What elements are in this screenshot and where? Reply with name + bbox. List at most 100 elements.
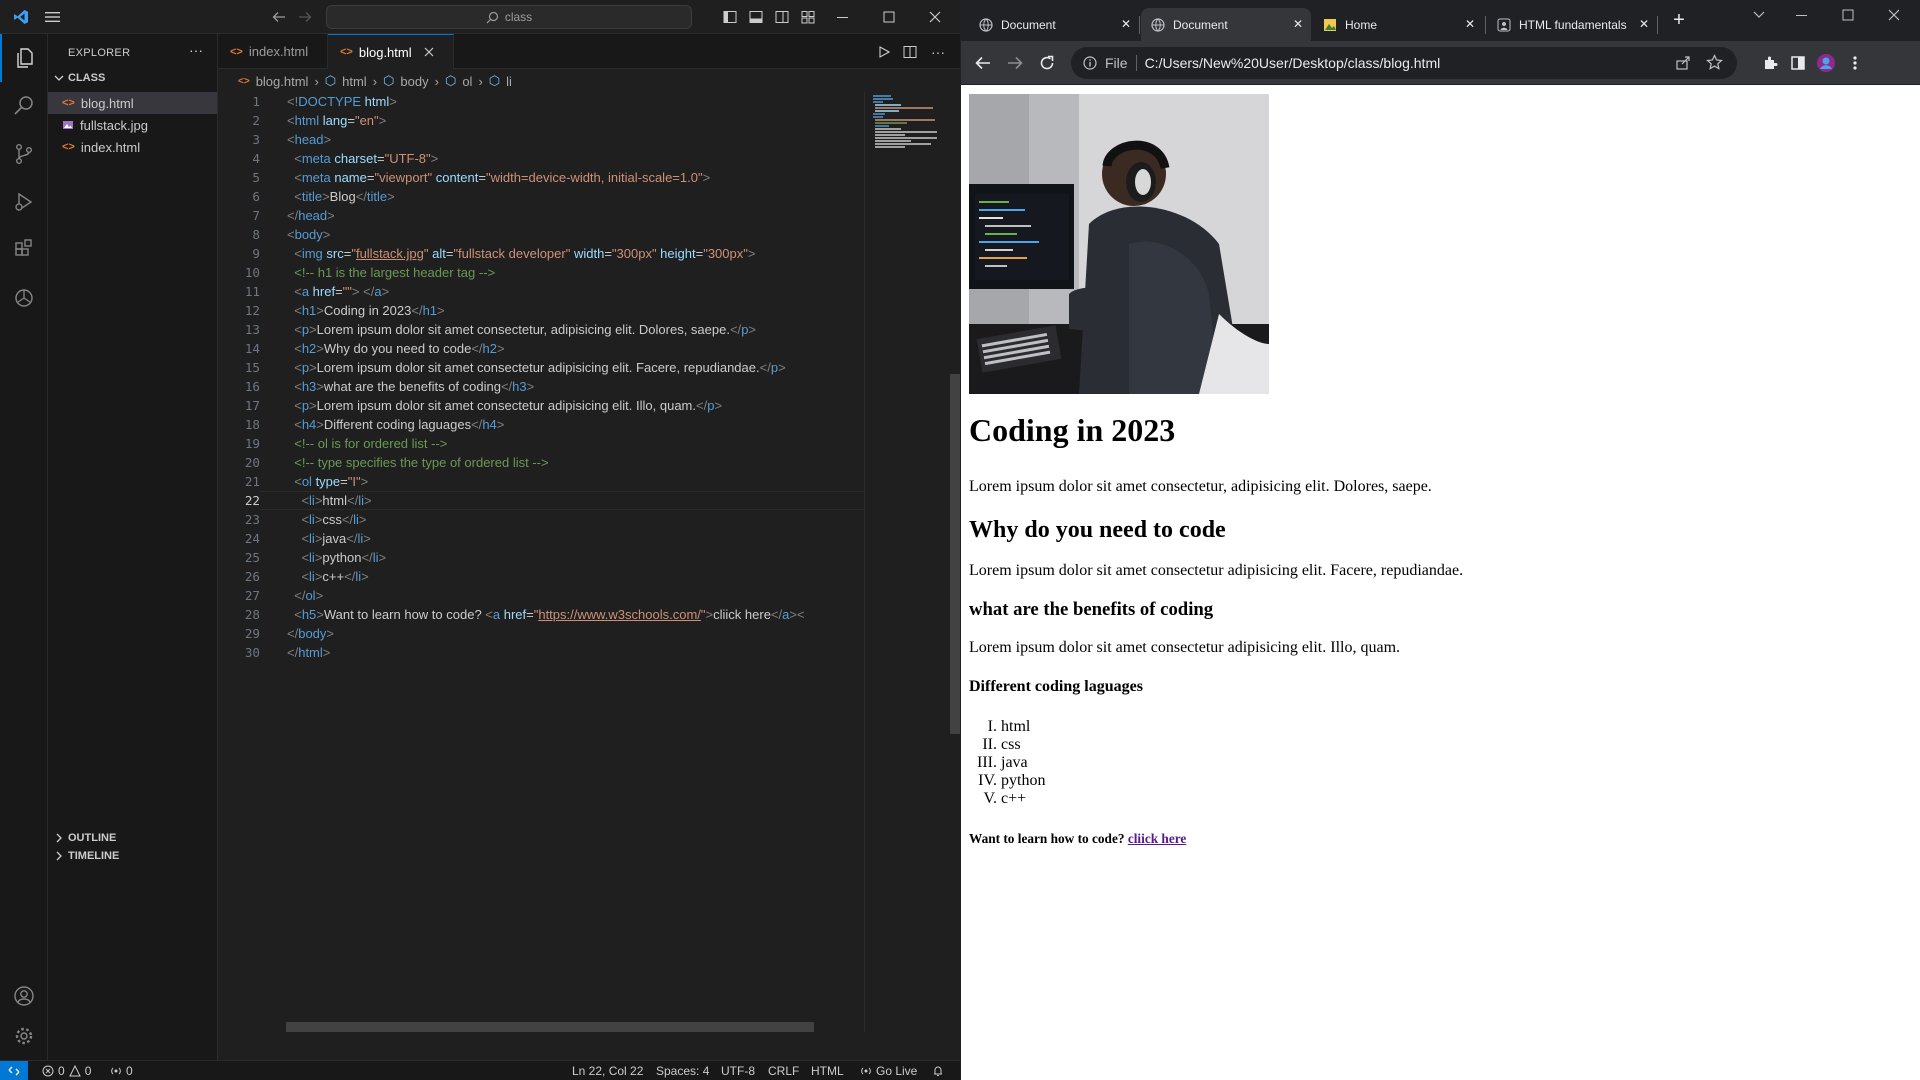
code-line[interactable]: <h2>Why do you need to code</h2>: [287, 339, 504, 358]
forward-arrow-icon[interactable]: [296, 0, 314, 34]
vertical-scrollbar[interactable]: [948, 92, 960, 1032]
breadcrumb-item[interactable]: li: [506, 74, 512, 89]
command-center-search[interactable]: class: [326, 5, 692, 29]
search-view-icon[interactable]: [0, 82, 48, 130]
close-tab-icon[interactable]: ✕: [1639, 17, 1649, 31]
code-line[interactable]: <li>c++</li>: [287, 567, 368, 586]
outline-section[interactable]: OUTLINE: [54, 832, 116, 844]
tab-search-chevron-icon[interactable]: [1747, 0, 1771, 30]
source-control-icon[interactable]: [0, 130, 48, 178]
minimize-icon[interactable]: [1787, 0, 1817, 30]
profile-avatar[interactable]: [1813, 41, 1839, 85]
minimize-icon[interactable]: [828, 0, 858, 34]
more-actions-icon[interactable]: ···: [189, 42, 203, 58]
code-line[interactable]: <h3>what are the benefits of coding</h3>: [287, 377, 534, 396]
go-live-button[interactable]: Go Live: [860, 1061, 917, 1080]
code-line[interactable]: <meta charset="UTF-8">: [287, 149, 438, 168]
code-line[interactable]: <li>css</li>: [287, 510, 366, 529]
breadcrumb-item[interactable]: html: [342, 74, 367, 89]
toggle-panel-icon[interactable]: [746, 0, 766, 34]
breadcrumb-item[interactable]: ol: [462, 74, 472, 89]
extensions-icon[interactable]: [0, 226, 48, 274]
browser-tab-home[interactable]: Home ✕: [1313, 8, 1483, 41]
tab-blog-html[interactable]: <> blog.html: [328, 34, 454, 69]
tab-index-html[interactable]: <> index.html: [218, 34, 328, 69]
code-line[interactable]: </body>: [287, 624, 334, 643]
indentation[interactable]: Spaces: 4: [656, 1061, 709, 1080]
url-text[interactable]: C:/Users/New%20User/Desktop/class/blog.h…: [1145, 55, 1441, 71]
code-editor[interactable]: 1 <!DOCTYPE html> 2 <html lang="en"> 3 <head>…: [218, 92, 864, 1032]
browser-tab-document-1[interactable]: Document ✕: [969, 8, 1139, 41]
browser-tab-html-fundamentals[interactable]: HTML fundamentals ✕: [1487, 8, 1657, 41]
run-icon[interactable]: [874, 34, 894, 69]
code-line[interactable]: </ol>: [287, 586, 323, 605]
code-line[interactable]: <img src="fullstack.jpg" alt="fullstack …: [287, 244, 755, 263]
breadcrumb-item[interactable]: body: [400, 74, 428, 89]
back-arrow-icon[interactable]: [270, 0, 288, 34]
ports-indicator[interactable]: 0: [110, 1061, 133, 1080]
end-of-line[interactable]: CRLF: [768, 1061, 799, 1080]
menu-icon[interactable]: [42, 0, 64, 34]
click-here-link[interactable]: cliick here: [1128, 831, 1186, 846]
file-index-html[interactable]: <> index.html: [48, 136, 217, 158]
timeline-section[interactable]: TIMELINE: [54, 850, 119, 862]
chatgpt-extension-icon[interactable]: [0, 274, 48, 322]
code-line[interactable]: <h4>Different coding laguages</h4>: [287, 415, 504, 434]
close-tab-icon[interactable]: ✕: [1465, 17, 1475, 31]
close-tab-icon[interactable]: ✕: [1293, 17, 1303, 31]
explorer-icon[interactable]: [0, 34, 48, 82]
code-line[interactable]: <a href=""> </a>: [287, 282, 389, 301]
file-fullstack-jpg[interactable]: fullstack.jpg: [48, 114, 217, 136]
reload-icon[interactable]: [1033, 41, 1061, 85]
folder-class[interactable]: CLASS: [54, 72, 105, 84]
close-window-icon[interactable]: [1879, 0, 1909, 30]
split-editor-icon[interactable]: [900, 34, 920, 69]
toggle-secondary-sidebar-icon[interactable]: [772, 0, 792, 34]
code-line[interactable]: <!-- type specifies the type of ordered …: [287, 453, 548, 472]
extensions-puzzle-icon[interactable]: [1757, 41, 1783, 85]
customize-layout-icon[interactable]: [798, 0, 818, 34]
side-panel-icon[interactable]: [1785, 41, 1811, 85]
maximize-icon[interactable]: [1833, 0, 1863, 30]
share-icon[interactable]: [1675, 55, 1691, 74]
code-line[interactable]: <p>Lorem ipsum dolor sit amet consectetu…: [287, 358, 785, 377]
editor-more-icon[interactable]: ···: [926, 34, 950, 69]
minimap[interactable]: [864, 92, 960, 1032]
code-line[interactable]: <!DOCTYPE html>: [287, 92, 397, 111]
maximize-icon[interactable]: [874, 0, 904, 34]
code-line[interactable]: <li>html</li>: [287, 491, 371, 510]
code-line[interactable]: </html>: [287, 643, 330, 662]
code-line[interactable]: </head>: [287, 206, 335, 225]
breadcrumb-item[interactable]: blog.html: [256, 74, 309, 89]
new-tab-icon[interactable]: +: [1665, 0, 1693, 41]
code-line[interactable]: <body>: [287, 225, 330, 244]
encoding[interactable]: UTF-8: [721, 1061, 755, 1080]
code-line[interactable]: <!-- ol is for ordered list -->: [287, 434, 447, 453]
code-line[interactable]: <li>python</li>: [287, 548, 386, 567]
problems-indicator[interactable]: 0 0: [42, 1061, 91, 1080]
browser-tab-document-2[interactable]: Document ✕: [1141, 8, 1311, 41]
language-mode[interactable]: HTML: [811, 1061, 844, 1080]
scrollbar-thumb[interactable]: [950, 374, 960, 734]
back-arrow-icon[interactable]: [969, 41, 997, 85]
file-blog-html[interactable]: <> blog.html: [48, 92, 217, 114]
code-line[interactable]: <p>Lorem ipsum dolor sit amet consectetu…: [287, 320, 756, 339]
bookmark-star-icon[interactable]: [1706, 54, 1723, 74]
code-line[interactable]: <head>: [287, 130, 331, 149]
manage-gear-icon[interactable]: [0, 1012, 48, 1060]
forward-arrow-icon[interactable]: [1001, 41, 1029, 85]
code-line[interactable]: <meta name="viewport" content="width=dev…: [287, 168, 710, 187]
horizontal-scrollbar-thumb[interactable]: [286, 1022, 814, 1032]
remote-indicator-icon[interactable]: [0, 1061, 28, 1080]
code-line[interactable]: <h1>Coding in 2023</h1>: [287, 301, 444, 320]
cursor-position[interactable]: Ln 22, Col 22: [572, 1061, 643, 1080]
run-debug-icon[interactable]: [0, 178, 48, 226]
close-window-icon[interactable]: [920, 0, 950, 34]
code-line[interactable]: <ol type="I">: [287, 472, 368, 491]
code-line[interactable]: <title>Blog</title>: [287, 187, 395, 206]
close-tab-icon[interactable]: ✕: [1121, 17, 1131, 31]
toggle-primary-sidebar-icon[interactable]: [720, 0, 740, 34]
code-line[interactable]: <html lang="en">: [287, 111, 386, 130]
code-line[interactable]: <!-- h1 is the largest header tag -->: [287, 263, 495, 282]
code-line[interactable]: <p>Lorem ipsum dolor sit amet consectetu…: [287, 396, 722, 415]
